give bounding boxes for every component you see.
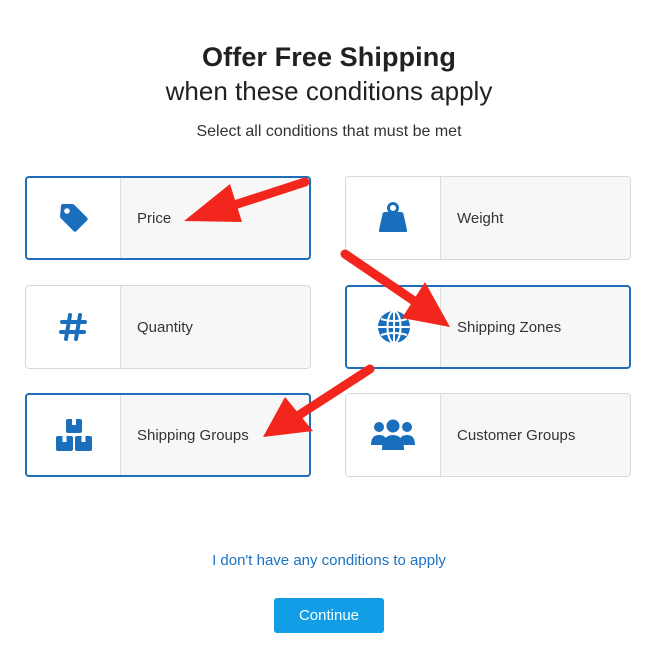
boxes-icon — [55, 419, 92, 451]
users-icon — [371, 419, 415, 450]
page-subtitle: when these conditions apply — [165, 76, 493, 106]
condition-card-quantity[interactable]: Quantity — [25, 285, 311, 369]
condition-icon-cell — [346, 177, 441, 259]
no-conditions-link[interactable]: I don't have any conditions to apply — [0, 552, 658, 569]
page-title: Offer Free Shipping — [202, 42, 456, 72]
condition-icon-cell — [27, 178, 121, 258]
price-tag-icon — [59, 204, 88, 232]
globe-icon — [377, 310, 410, 344]
continue-button[interactable]: Continue — [274, 598, 384, 633]
condition-icon-cell — [347, 287, 441, 367]
condition-card-shipping-groups[interactable]: Shipping Groups — [25, 393, 311, 477]
condition-label: Customer Groups — [457, 426, 576, 444]
condition-card-price[interactable]: Price — [25, 176, 311, 260]
condition-icon-cell — [26, 286, 121, 368]
condition-card-shipping-zones[interactable]: Shipping Zones — [345, 285, 631, 369]
condition-card-customer-groups[interactable]: Customer Groups — [345, 393, 631, 477]
condition-label: Weight — [457, 209, 504, 227]
condition-label: Quantity — [137, 318, 193, 336]
condition-icon-cell — [27, 395, 121, 475]
condition-card-weight[interactable]: Weight — [345, 176, 631, 260]
condition-label: Shipping Zones — [457, 318, 562, 336]
weight-icon — [378, 202, 408, 232]
free-shipping-conditions-page: Offer Free Shipping when these condition… — [0, 0, 658, 668]
instructions-text: Select all conditions that must be met — [196, 123, 462, 140]
hash-icon — [59, 313, 87, 341]
condition-label: Shipping Groups — [137, 426, 249, 444]
condition-label: Price — [137, 209, 172, 227]
condition-icon-cell — [346, 394, 441, 476]
